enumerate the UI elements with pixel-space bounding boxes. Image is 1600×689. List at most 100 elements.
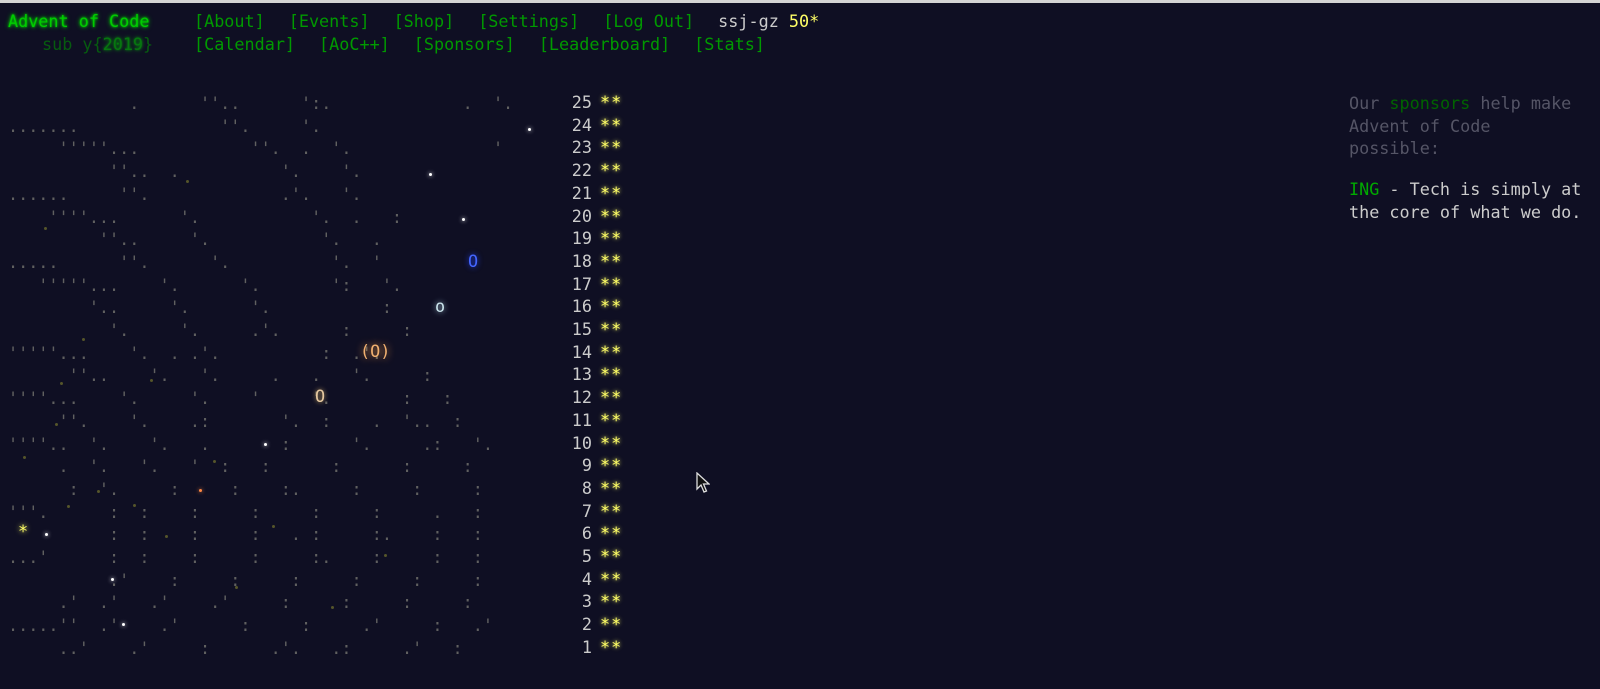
star-dot-icon: [67, 505, 70, 508]
calendar-day-22-link[interactable]: 22 **: [540, 160, 640, 180]
nav-sponsors-link[interactable]: [Sponsors]: [414, 34, 515, 54]
day-number: 13: [571, 364, 592, 385]
planet-sand-icon: O: [315, 386, 326, 406]
nav-aocpp-link[interactable]: [AoC++]: [319, 34, 390, 54]
calendar-art-line: ''''.. '. '. . : '. .: '.: [8, 433, 493, 454]
calendar-art-line: .....'' .' .' : : .' : .': [8, 615, 493, 636]
calendar-day-2-link[interactable]: 2 **: [540, 614, 640, 634]
day-number: 9: [581, 455, 592, 476]
nav-shop-link[interactable]: [Shop]: [394, 11, 455, 31]
star-dot-icon: [429, 173, 432, 176]
sponsors-link[interactable]: sponsors: [1389, 93, 1470, 113]
calendar-art-line: ''''... '. '. . :: [8, 206, 403, 227]
calendar-day-10-link[interactable]: 10 **: [540, 433, 640, 453]
calendar-art-line: ''.. '. '. .: [8, 229, 382, 250]
calendar-day-6-link[interactable]: 6 **: [540, 523, 640, 543]
day-stars-icon: **: [600, 182, 623, 203]
sponsor-intro-before: Our: [1349, 93, 1390, 113]
calendar-art-line: . ''.. ':. . '.: [8, 93, 514, 113]
calendar-art-line: ....... ''. '.: [8, 115, 322, 136]
calendar-day-3-link[interactable]: 3 **: [540, 591, 640, 611]
star-dot-icon: [462, 218, 465, 221]
nav-calendar-link[interactable]: [Calendar]: [194, 34, 295, 54]
calendar-day-23-link[interactable]: 23 **: [540, 137, 640, 157]
calendar-day-11-link[interactable]: 11 **: [540, 410, 640, 430]
calendar-day-21-link[interactable]: 21 **: [540, 183, 640, 203]
star-dot-icon: [23, 456, 26, 459]
day-number: 25: [571, 92, 592, 112]
calendar-art-line: ...... ''. .'. '.: [8, 183, 362, 204]
calendar-art-line: .' .' .' .' : : : :: [8, 592, 473, 613]
calendar-day-5-link[interactable]: 5 **: [540, 546, 640, 566]
day-stars-icon: **: [600, 296, 623, 317]
calendar-day-1-link[interactable]: 1 **: [540, 637, 640, 657]
day-number: 11: [571, 409, 592, 430]
star-dot-icon: [150, 379, 153, 382]
day-number: 23: [571, 137, 592, 158]
calendar-art-line: : '. : : :. : : :: [8, 478, 483, 499]
event-nav: [Calendar] [AoC++] [Sponsors] [Leaderboard]…: [194, 34, 789, 54]
calendar-day-17-link[interactable]: 17 **: [540, 274, 640, 294]
star-dot-icon: [111, 578, 114, 581]
day-stars-icon: **: [600, 205, 623, 226]
day-number: 15: [571, 319, 592, 339]
day-stars-icon: **: [600, 477, 623, 498]
day-stars-icon: **: [600, 636, 623, 657]
nav-settings-link[interactable]: [Settings]: [478, 11, 579, 31]
nav-leaderboard-link[interactable]: [Leaderboard]: [539, 34, 670, 54]
day-number: 21: [571, 182, 592, 203]
calendar-day-25-link[interactable]: 25 **: [540, 92, 640, 112]
calendar-day-9-link[interactable]: 9 **: [540, 455, 640, 475]
sponsor-ing-link[interactable]: ING: [1349, 179, 1379, 199]
calendar-day-18-link[interactable]: 18 **: [540, 251, 640, 271]
calendar-art-line: ''''... '. '. ' '. : :: [8, 388, 453, 409]
star-dot-icon: [55, 423, 58, 426]
calendar-day-8-link[interactable]: 8 **: [540, 478, 640, 498]
day-number: 5: [581, 546, 592, 566]
mouse-cursor-icon: [696, 472, 710, 493]
day-number: 10: [571, 432, 592, 453]
site-subtitle: sub y{2019}: [42, 34, 153, 54]
day-stars-icon: **: [600, 364, 623, 385]
day-number: 19: [571, 228, 592, 249]
star-dot-icon: [186, 180, 189, 183]
calendar-day-14-link[interactable]: 14 **: [540, 342, 640, 362]
site-title-link[interactable]: Advent of Code: [8, 11, 149, 31]
star-dot-icon: [165, 535, 168, 538]
calendar-art-line: ''.. . '. '.: [8, 161, 362, 182]
day-stars-icon: **: [600, 591, 623, 612]
star-dot-icon: [199, 489, 202, 492]
day-number: 24: [571, 114, 592, 135]
star-dot-icon: [331, 606, 334, 609]
calendar-day-24-link[interactable]: 24 **: [540, 115, 640, 135]
nav-events-link[interactable]: [Events]: [289, 11, 370, 31]
day-number: 22: [571, 160, 592, 181]
day-stars-icon: **: [600, 614, 623, 635]
day-number: 4: [581, 568, 592, 589]
nav-about-link[interactable]: [About]: [194, 11, 265, 31]
calendar-day-13-link[interactable]: 13 **: [540, 364, 640, 384]
calendar-art-line: '''''... ''. . '. ': [8, 138, 504, 159]
calendar-day-16-link[interactable]: 16 **: [540, 296, 640, 316]
star-dot-icon: [122, 623, 125, 626]
star-dot-icon: [213, 460, 216, 463]
nav-logout-link[interactable]: [Log Out]: [603, 11, 694, 31]
calendar-art-line: ..... ''. '. '. ': [8, 251, 382, 272]
day-number: 3: [581, 591, 592, 612]
planet-large-orange-icon: (O): [360, 341, 391, 361]
calendar-day-19-link[interactable]: 19 **: [540, 228, 640, 248]
day-number: 1: [581, 636, 592, 657]
day-number: 20: [571, 205, 592, 226]
planet-blue-icon: O: [468, 251, 479, 271]
calendar-day-4-link[interactable]: 4 **: [540, 569, 640, 589]
calendar-day-15-link[interactable]: 15 **: [540, 319, 640, 339]
calendar-day-12-link[interactable]: 12 **: [540, 387, 640, 407]
calendar-day-20-link[interactable]: 20 **: [540, 206, 640, 226]
sponsor-intro: Our sponsors help make Advent of Code po…: [1349, 92, 1589, 160]
calendar-day-7-link[interactable]: 7 **: [540, 501, 640, 521]
star-dot-icon: [44, 227, 47, 230]
nav-stats-link[interactable]: [Stats]: [694, 34, 765, 54]
star-dot-icon: [45, 533, 48, 536]
page: Advent of Code sub y{2019} [About] [Event…: [0, 0, 1600, 689]
year-link[interactable]: 2019: [103, 34, 143, 54]
